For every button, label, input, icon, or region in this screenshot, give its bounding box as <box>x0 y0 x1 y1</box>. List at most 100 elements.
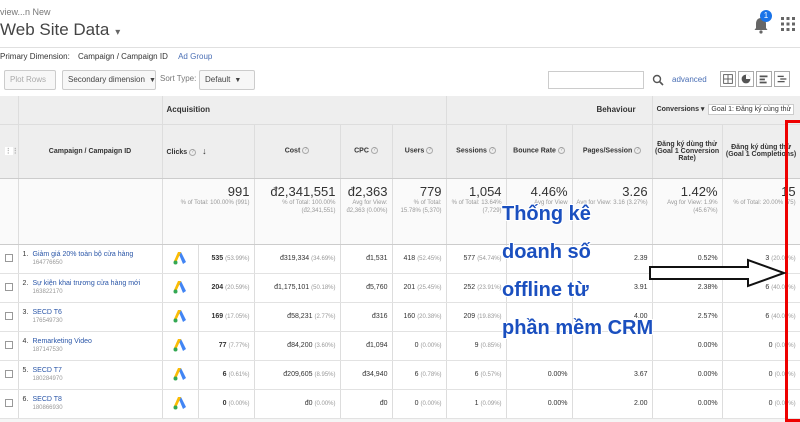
row-checkbox[interactable] <box>4 369 13 378</box>
view-selector[interactable]: Web Site Data ▾ <box>0 20 120 40</box>
col-bounce-label: Bounce Rate <box>513 147 556 155</box>
cost-cell: đ209,605 (8.95%) <box>254 360 341 390</box>
table-row[interactable]: 5. SECD T7 180284970 6 (0.61%) đ209,605 (8.95%… <box>0 360 800 390</box>
conv-rate-cell: 0.00% <box>652 360 723 390</box>
table-search-input[interactable] <box>548 71 644 89</box>
conv-rate-cell: 0.00% <box>652 389 723 419</box>
help-icon[interactable]: ? <box>557 147 565 155</box>
col-cost[interactable]: Cost? <box>254 124 341 179</box>
search-icon[interactable] <box>652 74 664 86</box>
campaign-id: 180866930 <box>32 404 63 411</box>
account-name[interactable]: view...n New <box>0 7 51 17</box>
clicks-cell: 0 (0.00%) <box>198 389 255 419</box>
google-ads-icon[interactable] <box>173 280 187 294</box>
help-icon[interactable]: ? <box>189 148 197 156</box>
clicks-percent: (0.00%) <box>228 401 250 407</box>
row-checkbox[interactable] <box>4 340 13 349</box>
ads-icon-cell <box>162 389 199 419</box>
users-value: 6 <box>414 371 419 378</box>
plot-rows-button[interactable]: Plot Rows <box>4 70 56 90</box>
primary-dimension-bar: Primary Dimension: Campaign / Campaign I… <box>0 52 212 66</box>
advanced-filter-link[interactable]: advanced <box>672 75 707 84</box>
totals-cpc: đ2,363 Avg for View: đ2,363 (0.00%) <box>340 178 393 245</box>
cost-value: đ319,334 <box>279 255 310 262</box>
campaign-link[interactable]: Giảm giá 20% toàn bộ cửa hàng <box>33 250 153 259</box>
chevron-down-icon: ▾ <box>115 27 121 38</box>
help-icon[interactable]: ? <box>370 147 378 155</box>
chevron-down-icon[interactable]: ▾ <box>699 106 705 113</box>
google-ads-icon[interactable] <box>173 251 187 265</box>
apps-grid-icon[interactable] <box>780 16 796 32</box>
campaign-link[interactable]: Remarketing Video <box>33 337 153 346</box>
row-checkbox[interactable] <box>4 253 13 262</box>
row-select-cell <box>0 360 19 390</box>
totals-sessions-sub: % of Total: 13.64% (7,729) <box>451 199 502 214</box>
col-conv-rate[interactable]: Đăng ký dùng thử (Goal 1 Conversion Rate… <box>652 124 723 179</box>
google-ads-icon[interactable] <box>173 367 187 381</box>
cost-percent: (8.95%) <box>314 372 336 378</box>
cpc-cell: đ1,531 <box>340 244 393 274</box>
row-number: 6. <box>22 395 29 403</box>
help-icon[interactable]: ? <box>426 147 434 155</box>
pages-cell: 2.00 <box>572 389 653 419</box>
users-percent: (0.00%) <box>420 401 442 407</box>
users-cell: 201 (25.45%) <box>392 273 447 303</box>
google-ads-icon[interactable] <box>173 309 187 323</box>
col-campaign[interactable]: Campaign / Campaign ID <box>18 124 163 179</box>
dimension-ad-group[interactable]: Ad Group <box>178 52 212 61</box>
campaign-cell: 2. Sự kiện khai trương cửa hàng mới 163822… <box>18 273 163 303</box>
help-icon[interactable]: ? <box>634 147 642 155</box>
google-ads-icon[interactable] <box>173 396 187 410</box>
sessions-percent: (54.74%) <box>477 256 502 262</box>
clicks-value: 535 <box>211 255 224 262</box>
col-cpc-label: CPC <box>354 147 369 155</box>
sessions-value: 6 <box>474 371 479 378</box>
campaign-link[interactable]: SECD T7 <box>33 366 153 375</box>
col-users[interactable]: Users? <box>392 124 447 179</box>
totals-cpc-value: đ2,363 <box>347 183 388 199</box>
conv-rate-value: 0.00% <box>697 400 718 407</box>
col-pages[interactable]: Pages/Session? <box>572 124 653 179</box>
row-checkbox[interactable] <box>4 398 13 407</box>
sort-type-dropdown[interactable]: Default ▼ <box>199 70 255 90</box>
sessions-percent: (0.09%) <box>480 401 502 407</box>
sort-type-label: Sort Type: <box>160 74 197 83</box>
col-sessions[interactable]: Sessions? <box>446 124 507 179</box>
help-icon[interactable]: ? <box>488 147 496 155</box>
sort-desc-icon[interactable]: ↓ <box>202 146 207 156</box>
totals-clicks-sub: % of Total: 100.00% (991) <box>180 199 250 206</box>
goal-selector[interactable]: Goal 1: Đăng ký cùng thử <box>708 104 795 116</box>
campaign-link[interactable]: Sự kiện khai trương cửa hàng mới <box>33 279 153 288</box>
google-ads-icon[interactable] <box>173 338 187 352</box>
totals-clicks: 991% of Total: 100.00% (991) <box>162 178 255 245</box>
performance-view-icon[interactable] <box>756 71 772 87</box>
row-checkbox[interactable] <box>4 311 13 320</box>
users-percent: (52.45%) <box>417 256 442 262</box>
col-cpc[interactable]: CPC? <box>340 124 393 179</box>
clicks-percent: (17.05%) <box>225 314 250 320</box>
comparison-view-icon[interactable] <box>774 71 790 87</box>
dimension-campaign[interactable]: Campaign / Campaign ID <box>78 52 168 61</box>
secondary-dimension-label: Secondary dimension <box>68 75 145 84</box>
col-sessions-label: Sessions <box>456 147 487 155</box>
cost-percent: (0.00%) <box>314 401 336 407</box>
campaign-link[interactable]: SECD T6 <box>33 308 153 317</box>
sessions-value: 9 <box>474 342 479 349</box>
users-value: 0 <box>414 400 419 407</box>
col-clicks[interactable]: Clicks? ↓ <box>162 124 255 179</box>
campaign-id: 164776650 <box>32 259 63 266</box>
cost-percent: (50.18%) <box>311 285 336 291</box>
totals-users-sub: % of Total: 15.78% (5,370) <box>400 199 442 214</box>
campaign-link[interactable]: SECD T8 <box>33 395 153 404</box>
clicks-value: 77 <box>218 342 227 349</box>
cost-cell: đ1,175,101 (50.18%) <box>254 273 341 303</box>
pie-view-icon[interactable] <box>738 71 754 87</box>
secondary-dimension-dropdown[interactable]: Secondary dimension ▼ <box>62 70 156 90</box>
table-row[interactable]: 6. SECD T8 180866930 0 (0.00%) đ0 (0.00%) đ0 0 (0… <box>0 389 800 419</box>
col-bounce[interactable]: Bounce Rate? <box>506 124 573 179</box>
chevron-down-icon: ▼ <box>234 77 242 84</box>
row-checkbox[interactable] <box>4 282 13 291</box>
help-icon[interactable]: ? <box>302 147 310 155</box>
table-view-icon[interactable] <box>720 71 736 87</box>
clicks-cell: 6 (0.61%) <box>198 360 255 390</box>
